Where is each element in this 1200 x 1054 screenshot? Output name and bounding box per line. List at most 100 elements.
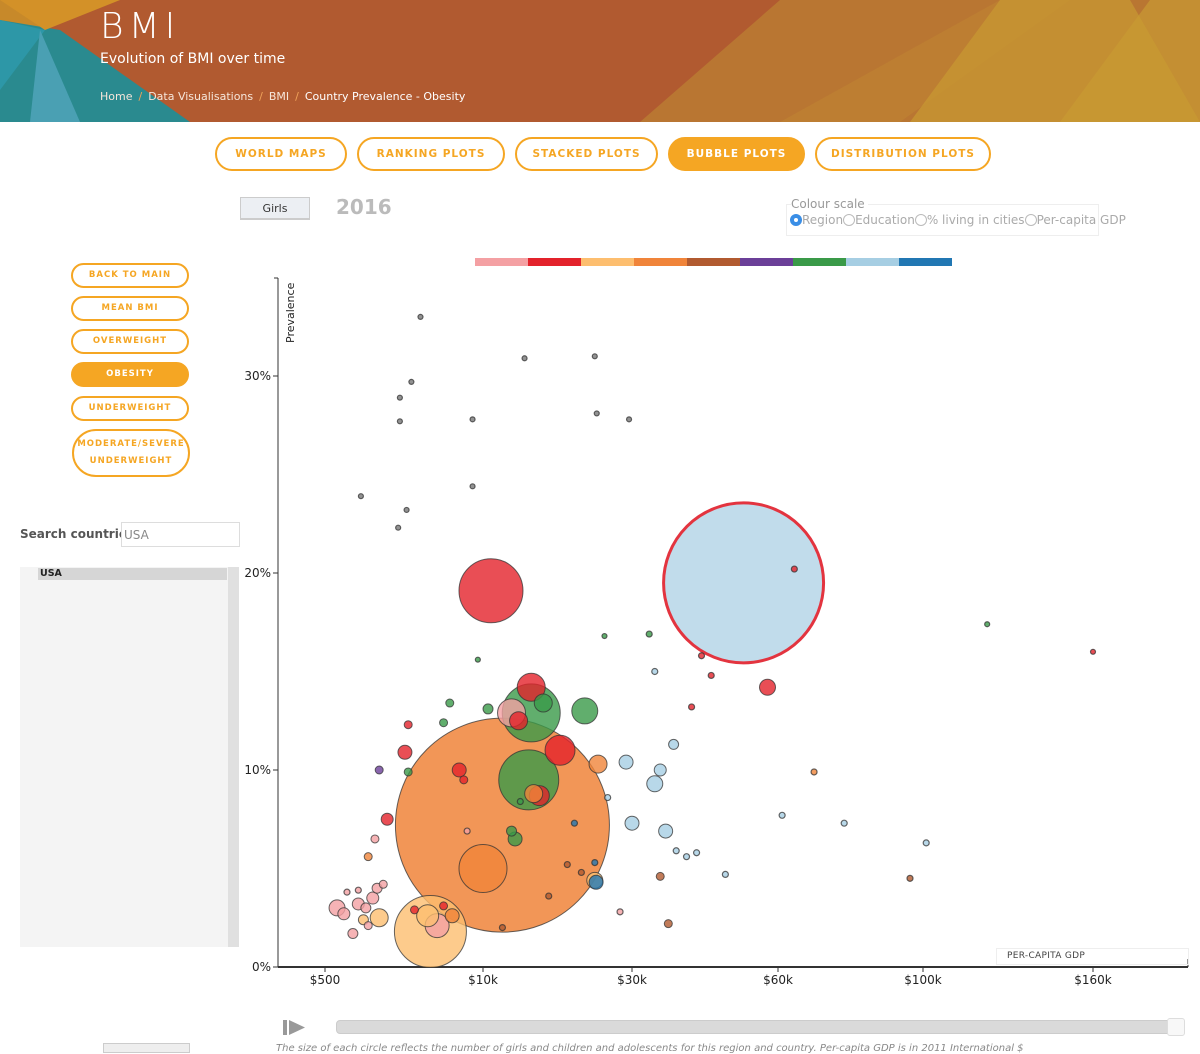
radio-label-urban[interactable]: % living in cities <box>927 213 1025 227</box>
bubble <box>444 908 460 924</box>
tab-stacked-plots[interactable]: STACKED PLOTS <box>515 137 658 171</box>
breadcrumb-data-visualisations[interactable]: Data Visualisations <box>148 90 253 103</box>
bubble <box>396 394 403 401</box>
bubble <box>408 378 415 386</box>
gender-toggle-button[interactable]: Girls <box>240 197 310 220</box>
bubble <box>697 652 706 660</box>
bubble <box>469 416 476 423</box>
bubble <box>482 703 494 715</box>
bubble <box>439 718 449 728</box>
bubble <box>533 693 553 713</box>
breadcrumb-current: Country Prevalence - Obesity <box>304 90 466 103</box>
mean-bmi-button[interactable]: MEAN BMI <box>71 296 189 321</box>
back-to-main-button[interactable]: BACK TO MAIN <box>71 263 189 288</box>
bubble <box>668 738 680 750</box>
bubble <box>618 754 634 770</box>
colour-scale-title: Colour scale <box>791 197 868 211</box>
bubble <box>424 913 450 939</box>
bubble <box>682 853 691 861</box>
bubble-highlighted-country <box>662 501 826 665</box>
x-axis-label: PER-CAPITA GDP <box>996 948 1189 965</box>
breadcrumb-home[interactable]: Home <box>100 90 132 103</box>
bubble <box>516 797 524 806</box>
year-label: 2016 <box>336 195 392 219</box>
bubble <box>497 698 527 728</box>
tab-world-maps[interactable]: WORLD MAPS <box>215 137 347 171</box>
country-list-scrollbar[interactable] <box>228 567 239 947</box>
breadcrumb: Home / Data Visualisations / BMI / Country Pre… <box>100 90 465 103</box>
bubble <box>516 672 546 702</box>
bubble <box>790 565 798 573</box>
bubble <box>653 763 667 777</box>
breadcrumb-separator: / <box>138 90 143 103</box>
breadcrumb-bmi[interactable]: BMI <box>269 90 289 103</box>
radio-label-region[interactable]: Region <box>802 213 843 227</box>
bubble <box>521 355 528 362</box>
bubble <box>658 823 674 839</box>
bubble <box>571 697 599 725</box>
radio-label-gdp[interactable]: Per-capita GDP <box>1037 213 1126 227</box>
bubble <box>759 678 777 696</box>
radio-region[interactable] <box>790 214 802 226</box>
legend-swatch <box>740 258 793 266</box>
slider-handle[interactable] <box>1167 1018 1185 1036</box>
bubble <box>337 907 351 921</box>
bubble <box>545 892 553 900</box>
bubble <box>351 897 365 911</box>
bubble <box>604 793 612 802</box>
bubble <box>707 671 715 680</box>
bubble <box>922 839 930 847</box>
moderate-severe-underweight-button[interactable]: MODERATE/SEVERE UNDERWEIGHT <box>72 429 190 477</box>
underweight-button[interactable]: UNDERWEIGHT <box>71 396 189 421</box>
bubble <box>451 762 467 778</box>
radio-urban[interactable] <box>914 214 927 226</box>
page-title: BMI <box>100 6 181 47</box>
legend-swatch <box>687 258 740 266</box>
bubble <box>840 819 848 827</box>
bubble <box>417 313 424 320</box>
tab-ranking-plots[interactable]: RANKING PLOTS <box>357 137 505 171</box>
bubble <box>403 720 413 730</box>
bubble <box>395 524 402 531</box>
bubbles <box>328 313 1097 969</box>
partial-button[interactable] <box>103 1043 190 1053</box>
bubble <box>498 923 507 932</box>
country-search-input[interactable] <box>121 522 240 547</box>
bubble <box>463 827 471 835</box>
y-tick-label: 0% <box>252 960 271 974</box>
radio-label-education[interactable]: Education <box>855 213 915 227</box>
bubble <box>409 905 419 915</box>
country-list-item[interactable]: USA <box>38 568 227 580</box>
bubble <box>416 904 440 928</box>
bubble <box>380 812 394 826</box>
bubble <box>357 914 369 926</box>
legend-swatch <box>899 258 952 266</box>
bubble <box>394 717 610 933</box>
bubble <box>403 767 413 777</box>
bubble <box>370 834 380 844</box>
legend-swatch <box>528 258 581 266</box>
x-tick-label: $500 <box>310 973 341 987</box>
bubble <box>528 785 550 807</box>
x-tick-label: $10k <box>468 973 498 987</box>
bubble <box>459 775 469 785</box>
year-slider[interactable] <box>336 1018 1185 1036</box>
bubble <box>328 899 346 917</box>
breadcrumb-separator: / <box>259 90 263 103</box>
play-icon[interactable] <box>283 1018 307 1038</box>
bubble <box>343 888 351 896</box>
legend-swatch <box>475 258 528 266</box>
x-tick-label: $100k <box>904 973 942 987</box>
bubble <box>591 858 599 867</box>
radio-gdp[interactable] <box>1024 214 1037 226</box>
bubble <box>593 410 600 417</box>
tab-distribution-plots[interactable]: DISTRIBUTION PLOTS <box>815 137 991 171</box>
overweight-button[interactable]: OVERWEIGHT <box>71 329 189 354</box>
obesity-button[interactable]: OBESITY <box>71 362 189 387</box>
bubble <box>509 711 529 731</box>
bubble <box>645 630 653 638</box>
tab-bubble-plots[interactable]: BUBBLE PLOTS <box>668 137 805 171</box>
radio-education[interactable] <box>843 214 856 226</box>
bubble <box>474 656 481 663</box>
bubble <box>1089 648 1097 655</box>
